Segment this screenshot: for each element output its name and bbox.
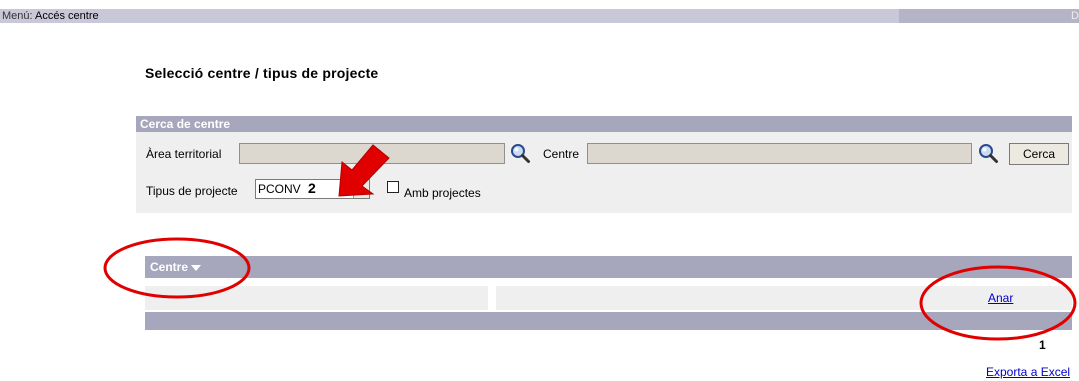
menu-breadcrumb: Menú: Accés centre [2, 9, 99, 23]
page-title: Selecció centre / tipus de projecte [145, 65, 379, 81]
cerca-button[interactable]: Cerca [1009, 143, 1069, 165]
grid-footer [145, 312, 1072, 330]
sort-down-icon [191, 264, 202, 271]
search-centre-icon[interactable] [977, 142, 999, 164]
area-territorial-label: Àrea territorial [146, 147, 222, 161]
anar-link[interactable]: Anar [988, 291, 1013, 305]
grid-header [145, 256, 1072, 278]
table-row [145, 286, 1072, 310]
annotation-number: 2 [308, 180, 316, 196]
column-header-centre[interactable]: Centre [150, 259, 202, 275]
area-territorial-input[interactable] [239, 143, 505, 164]
centre-label: Centre [543, 147, 580, 161]
search-area-icon[interactable] [509, 142, 531, 164]
search-panel-header: Cerca de centre [136, 116, 1072, 132]
project-type-label: Tipus de projecte [146, 184, 238, 198]
menu-right-char: D [1071, 10, 1079, 22]
amb-projectes-label: Amb projectes [404, 186, 481, 200]
export-excel-link[interactable]: Exporta a Excel [986, 365, 1070, 379]
centre-input[interactable] [587, 143, 972, 164]
project-type-value: PCONV [258, 182, 301, 196]
menu-value[interactable]: Accés centre [35, 10, 99, 22]
page-number[interactable]: 1 [1039, 338, 1046, 352]
menu-label: Menú: [2, 10, 33, 22]
dropdown-arrow-button[interactable] [353, 180, 369, 198]
column-header-label: Centre [150, 260, 189, 274]
amb-projectes-checkbox[interactable] [387, 181, 399, 193]
menu-bar [0, 9, 1079, 23]
